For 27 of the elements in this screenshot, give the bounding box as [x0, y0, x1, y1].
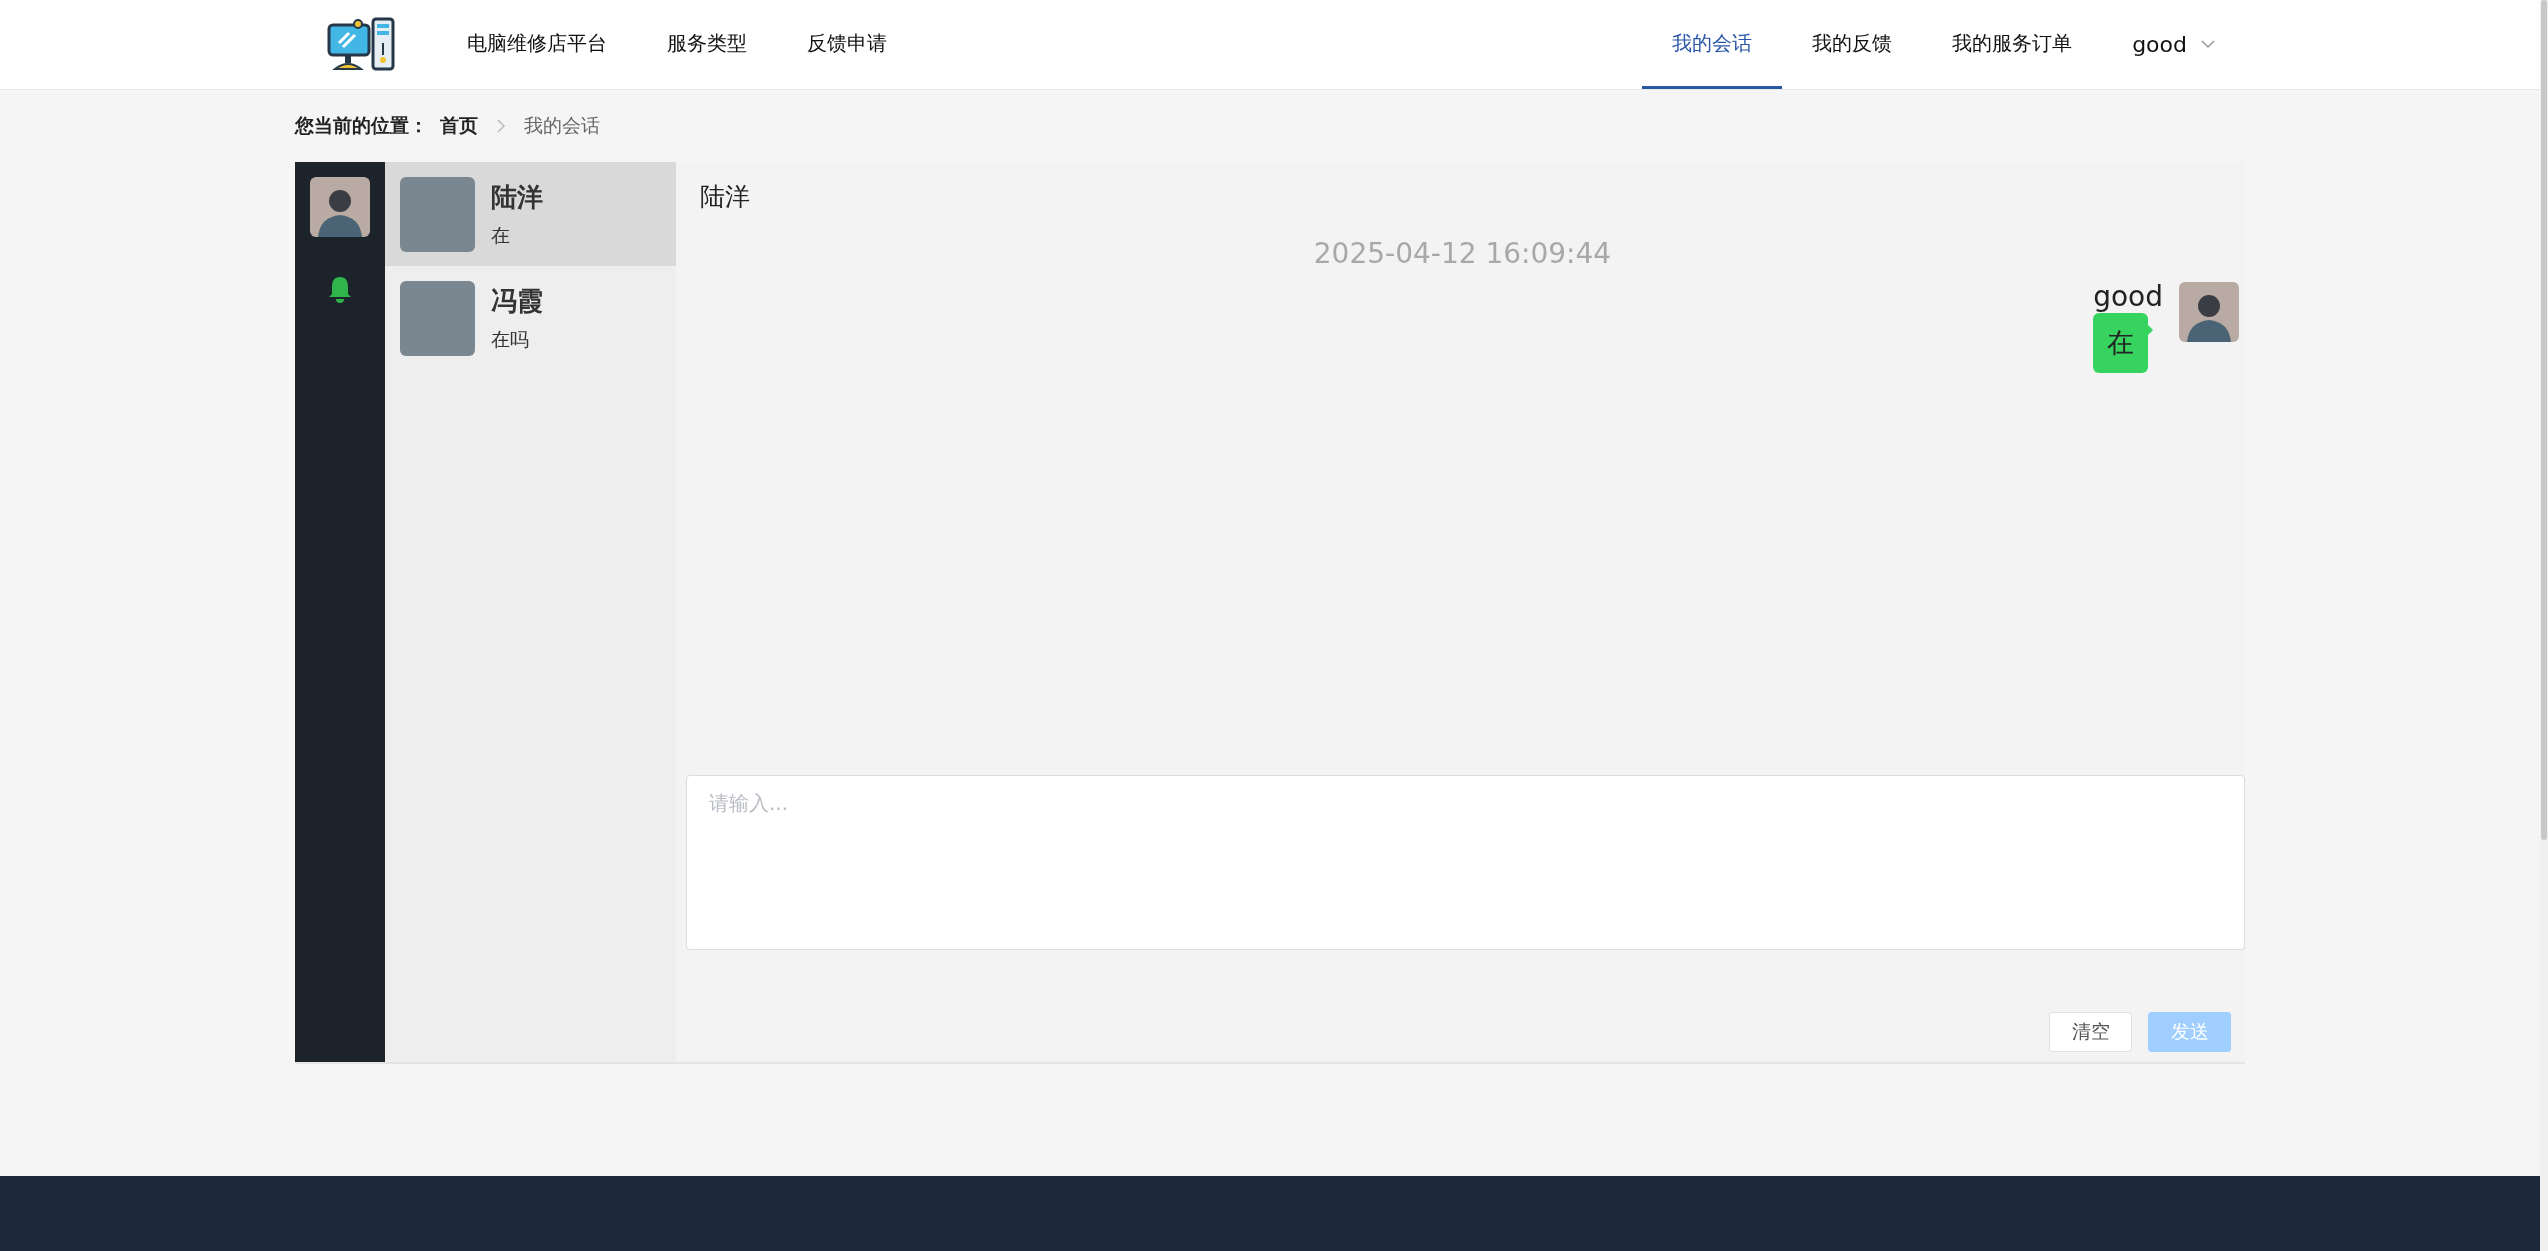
caret-down-icon	[2201, 40, 2215, 49]
chevron-right-icon	[496, 118, 506, 134]
contact-name: 陆洋	[491, 180, 543, 214]
nav-link[interactable]: 电脑维修店平台	[437, 0, 637, 89]
nav-tab[interactable]: 我的服务订单	[1922, 0, 2103, 89]
nav-tab[interactable]: 我的会话	[1642, 0, 1783, 89]
message-time: 2025-04-12 16:09:44	[1312, 237, 1613, 270]
bell-icon[interactable]	[327, 275, 353, 303]
clear-button[interactable]: 清空	[2049, 1012, 2132, 1052]
breadcrumb-link[interactable]: 首页	[440, 113, 478, 139]
contact-name: 冯霞	[491, 284, 543, 318]
contact-item[interactable]: 冯霞 在吗	[385, 266, 676, 370]
nav-link[interactable]: 服务类型	[637, 0, 777, 89]
nav-tab[interactable]: 我的反馈	[1782, 0, 1923, 89]
last-message: 在	[491, 222, 511, 248]
sender-avatar	[2179, 282, 2239, 342]
scrollbar[interactable]	[2540, 0, 2548, 1251]
last-message: 在吗	[491, 326, 530, 352]
computer-logo-icon	[327, 16, 397, 73]
nav-link[interactable]: 反馈申请	[777, 0, 917, 89]
user-avatar[interactable]	[310, 177, 370, 237]
chat-title: 陆洋	[699, 181, 751, 213]
message-input-field[interactable]: 请输入...	[686, 775, 2245, 950]
contact-item[interactable]: 陆洋 在	[385, 162, 676, 266]
breadcrumb-label: 您当前的位置：	[295, 113, 428, 138]
sender-name: good	[2093, 282, 2163, 313]
user-menu[interactable]: good	[2102, 0, 2245, 89]
